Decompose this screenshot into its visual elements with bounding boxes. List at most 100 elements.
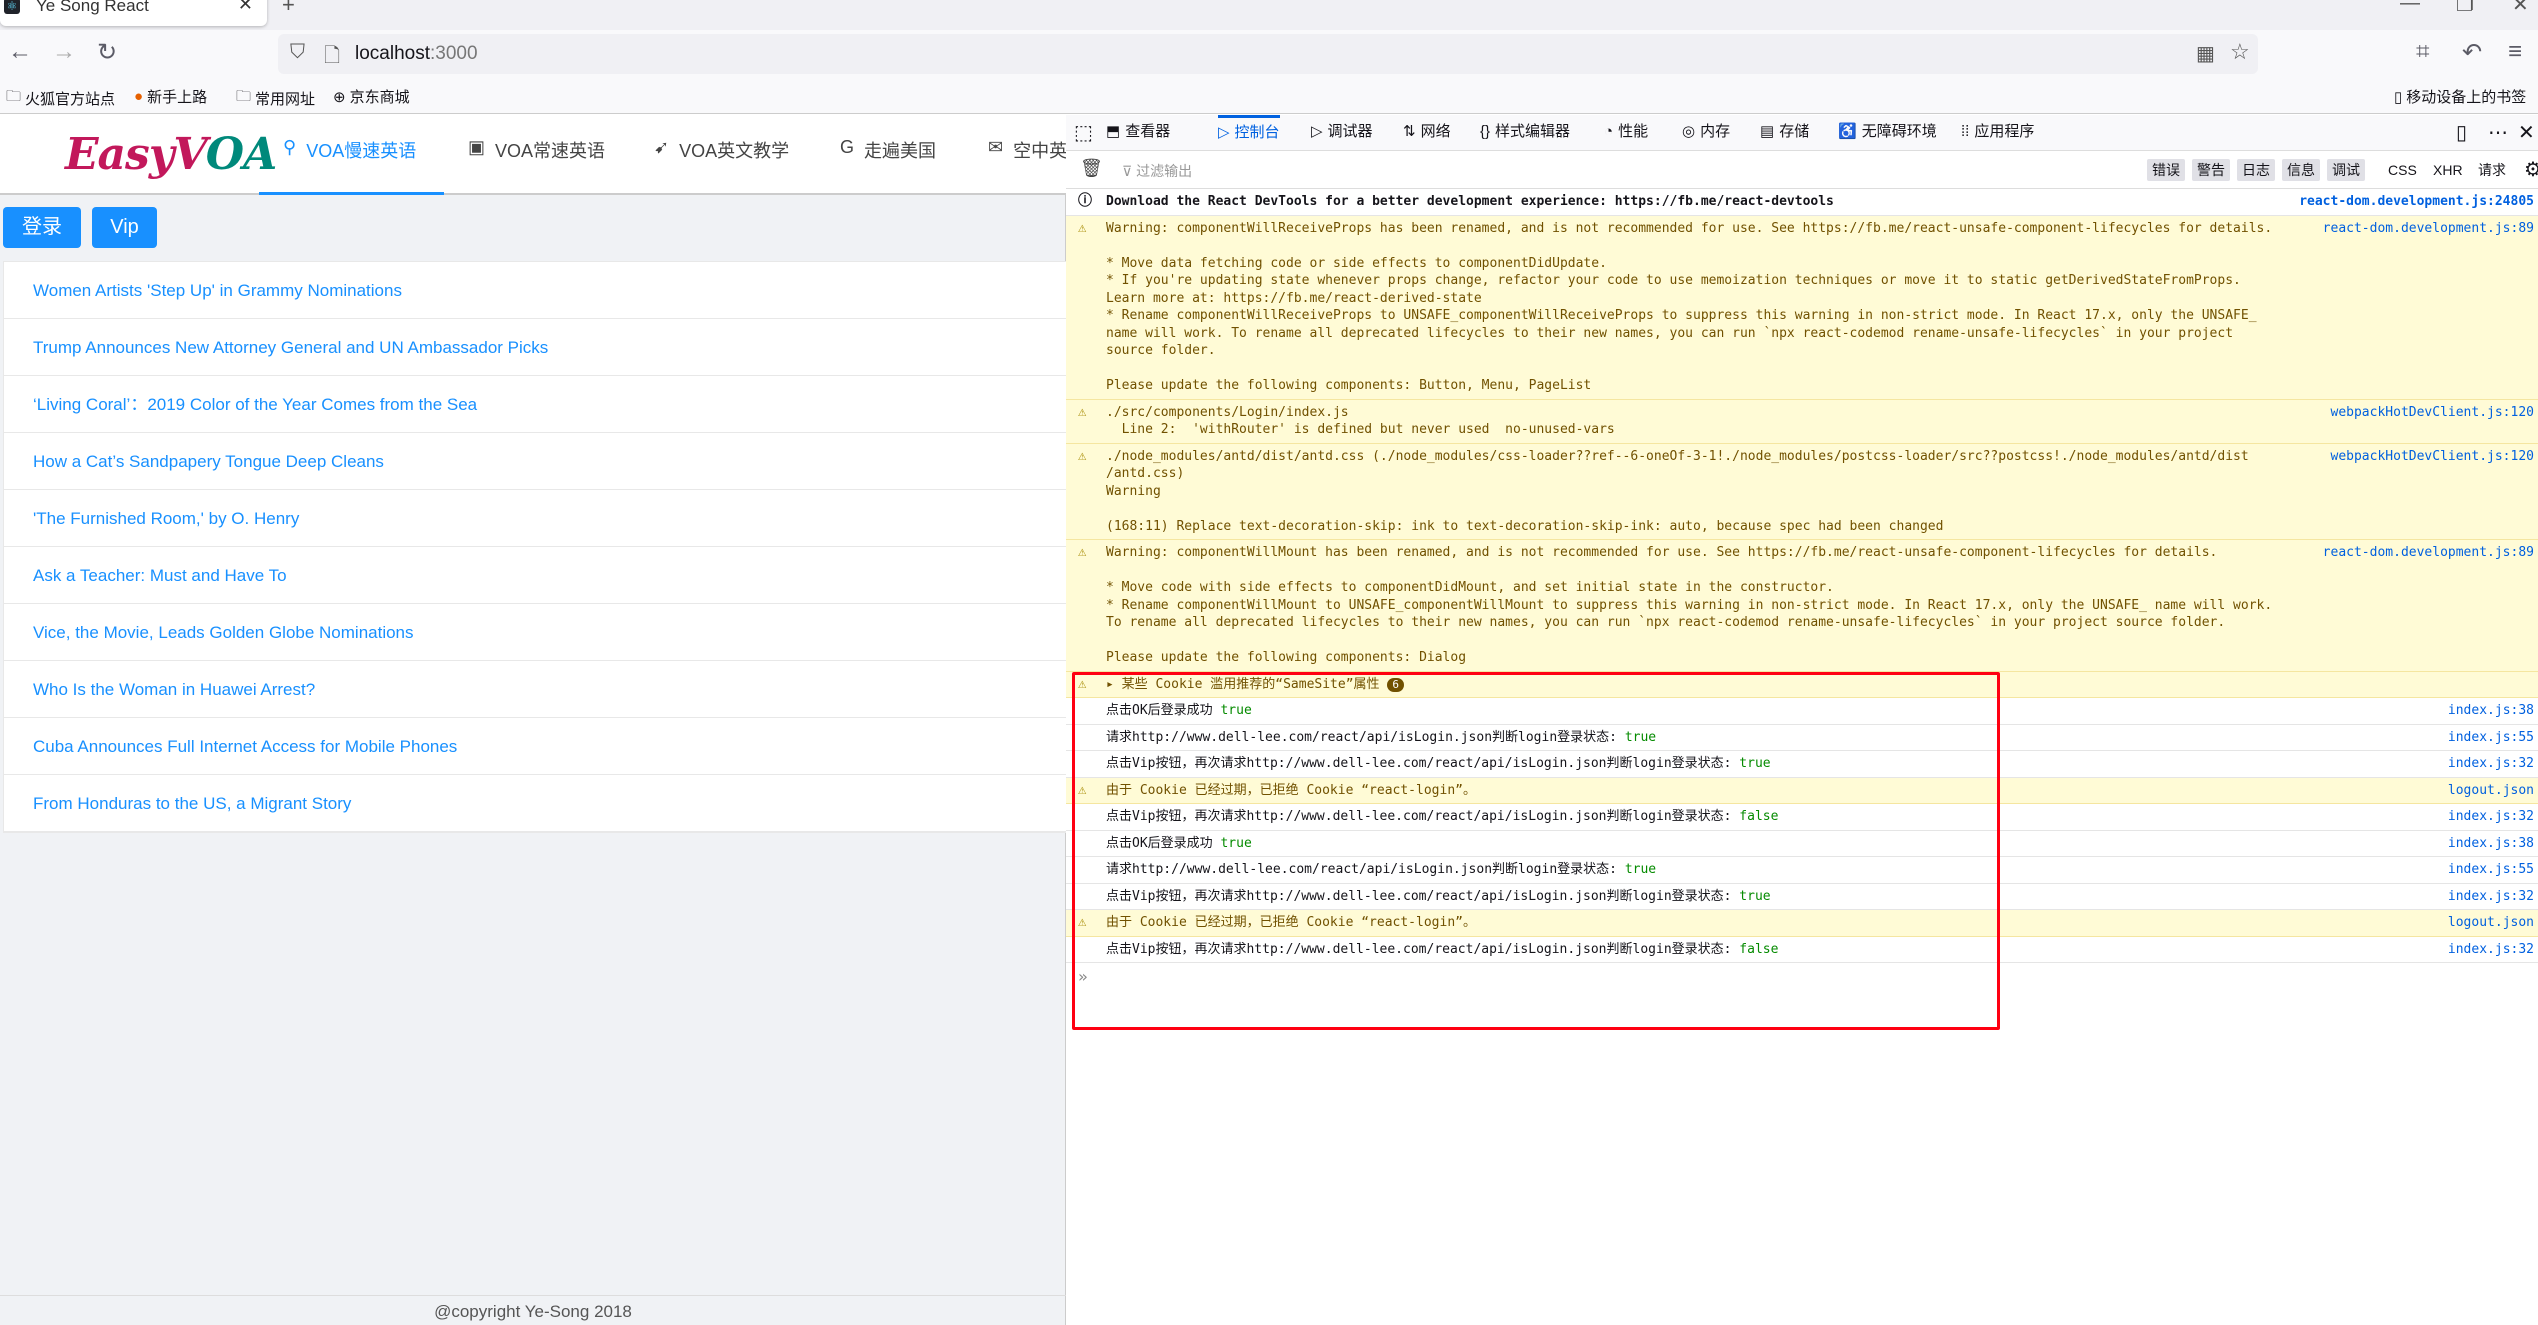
console-log: 点击Vip按钮，再次请求http://www.dell-lee.com/reac… <box>1066 937 2538 963</box>
nav-tab[interactable]: ⚲ VOA慢速英语 <box>259 137 444 195</box>
reload-icon[interactable]: ↻ <box>97 38 117 67</box>
vip-button[interactable]: Vip <box>92 207 157 248</box>
article-link[interactable]: Who Is the Woman in Huawei Arrest? <box>4 661 1066 718</box>
close-devtools-icon[interactable]: ✕ <box>2518 120 2535 145</box>
level-filter-button[interactable]: 日志 <box>2237 159 2275 181</box>
devtools-tab[interactable]: ⇅ 网络 <box>1403 115 1451 151</box>
responsive-mode-icon[interactable]: ▯ <box>2456 120 2467 145</box>
devtools-tab[interactable]: ▷ 调试器 <box>1311 115 1373 151</box>
warning-icon: ⚠ <box>1078 675 1087 692</box>
nav-tab[interactable]: ➹ VOA英文教学 <box>654 137 789 195</box>
settings-gear-icon[interactable]: ⚙ <box>2524 157 2538 182</box>
source-link[interactable]: index.js:32 <box>2448 941 2534 959</box>
devtools-tab[interactable]: ◔ 性能 <box>1604 115 1648 151</box>
bookmark-item[interactable]: 🗀 常用网址 <box>236 86 315 111</box>
source-link[interactable]: index.js:32 <box>2448 888 2534 906</box>
message-line: * Move code with side effects to compone… <box>1106 580 1834 595</box>
source-link[interactable]: index.js:38 <box>2448 702 2534 720</box>
source-link[interactable]: index.js:55 <box>2448 861 2534 879</box>
shield-icon[interactable]: ⛉ <box>290 41 305 64</box>
close-tab-icon[interactable]: ✕ <box>238 0 253 15</box>
restore-icon[interactable]: ❐ <box>2456 0 2474 17</box>
article-link[interactable]: Trump Announces New Attorney General and… <box>4 319 1066 376</box>
request-filter-button[interactable]: XHR <box>2433 159 2463 181</box>
message-line: * If you're updating state whenever prop… <box>1106 273 2241 288</box>
console-input[interactable]: » <box>1066 963 2538 1003</box>
log-value: true <box>1739 888 1771 904</box>
source-link[interactable]: logout.json <box>2448 782 2534 800</box>
level-filter-button[interactable]: 调试 <box>2327 159 2365 181</box>
mobile-bookmarks[interactable]: ▯ 移动设备上的书签 <box>2394 86 2526 107</box>
nav-tab-label: VOA常速英语 <box>495 141 606 161</box>
request-filter-button[interactable]: CSS <box>2388 159 2417 181</box>
article-link[interactable]: How a Cat’s Sandpapery Tongue Deep Clean… <box>4 433 1066 490</box>
undo-icon[interactable]: ↶ <box>2462 38 2482 67</box>
devtools-tab[interactable]: ▷ 控制台 <box>1218 115 1280 151</box>
nav-tab[interactable]: ✉ 空中英 <box>988 137 1067 195</box>
close-window-icon[interactable]: ✕ <box>2512 0 2529 17</box>
article-link[interactable]: Vice, the Movie, Leads Golden Globe Nomi… <box>4 604 1066 661</box>
message-line: Please update the following components: … <box>1106 378 1592 393</box>
console-warning: ⚠ ./src/components/Login/index.js Line 2:… <box>1066 399 2538 444</box>
console-warning[interactable]: ⚠ ▸ 某些 Cookie 滥用推荐的“SameSite”属性 6 <box>1066 671 2538 698</box>
url-bar[interactable]: ⛉ 🗋 localhost:3000 ▦ ☆ <box>278 34 2258 74</box>
level-filter-button[interactable]: 信息 <box>2282 159 2320 181</box>
request-filter-button[interactable]: 请求 <box>2478 159 2506 181</box>
nav-tab[interactable]: ▣ VOA常速英语 <box>468 137 605 195</box>
article-link[interactable]: ‘Living Coral’：2019 Color of the Year Co… <box>4 376 1066 433</box>
forward-icon[interactable]: → <box>52 38 76 66</box>
source-link[interactable]: index.js:55 <box>2448 729 2534 747</box>
devtools-tab[interactable]: ▤ 存储 <box>1760 115 1809 151</box>
login-button[interactable]: 登录 <box>3 207 81 248</box>
article-link[interactable]: 'The Furnished Room,' by O. Henry <box>4 490 1066 547</box>
warning-icon: ⚠ <box>1078 914 1087 930</box>
globe-icon: ⊕ <box>333 88 346 106</box>
source-link[interactable]: react-dom.development.js:89 <box>2323 544 2534 562</box>
article-link[interactable]: Women Artists 'Step Up' in Grammy Nomina… <box>4 262 1066 319</box>
level-filter-button[interactable]: 警告 <box>2192 159 2230 181</box>
article-list: Women Artists 'Step Up' in Grammy Nomina… <box>3 261 1066 833</box>
filter-input[interactable]: ⊽ 过滤输出 <box>1122 161 1192 181</box>
url-text[interactable]: localhost:3000 <box>355 43 478 65</box>
message-line: 由于 Cookie 已经过期，已拒绝 Cookie “react-login”。 <box>1106 782 1476 798</box>
element-picker-icon[interactable]: ⬚ <box>1074 120 1093 145</box>
more-options-icon[interactable]: ⋯ <box>2488 120 2508 145</box>
star-icon[interactable]: ☆ <box>2230 39 2250 65</box>
level-filter-button[interactable]: 错误 <box>2147 159 2185 181</box>
devtools-tab-label: 内存 <box>1700 123 1731 140</box>
article-link[interactable]: Ask a Teacher: Must and Have To <box>4 547 1066 604</box>
source-link[interactable]: index.js:32 <box>2448 808 2534 826</box>
logo[interactable]: EasyVOA <box>65 129 277 180</box>
menu-icon[interactable]: ≡ <box>2508 38 2522 66</box>
person-icon: ⚲ <box>283 137 297 157</box>
new-tab-icon[interactable]: + <box>282 0 295 18</box>
article-link[interactable]: Cuba Announces Full Internet Access for … <box>4 718 1066 775</box>
message-line: 点击Vip按钮，再次请求http://www.dell-lee.com/reac… <box>1106 756 1740 771</box>
minimize-icon[interactable]: — <box>2400 0 2420 15</box>
devtools-tab[interactable]: ⬒ 查看器 <box>1106 115 1170 151</box>
back-icon[interactable]: ← <box>8 38 32 66</box>
bookmark-item[interactable]: ⊕ 京东商城 <box>333 86 410 107</box>
source-link[interactable]: webpackHotDevClient.js:120 <box>2331 448 2535 466</box>
message-line: 点击Vip按钮，再次请求http://www.dell-lee.com/reac… <box>1106 888 1740 904</box>
trash-icon[interactable]: 🗑 <box>1080 158 1103 179</box>
message-line: Warning: componentWillMount has been ren… <box>1106 545 2218 560</box>
devtools-tab[interactable]: {} 样式编辑器 <box>1480 115 1570 151</box>
source-link[interactable]: react-dom.development.js:89 <box>2323 220 2534 238</box>
bookmark-item[interactable]: ● 新手上路 <box>134 86 207 107</box>
devtools-tab[interactable]: ◎ 内存 <box>1682 115 1730 151</box>
crop-icon[interactable]: ⌗ <box>2416 38 2430 66</box>
log-value: true <box>1220 703 1252 718</box>
source-link[interactable]: react-dom.development.js:24805 <box>2299 193 2534 211</box>
article-link[interactable]: From Honduras to the US, a Migrant Story <box>4 775 1066 832</box>
browser-tab[interactable]: ⚛ Ye Song React ✕ <box>0 0 267 26</box>
devtools-tab[interactable]: ⁞⁞ 应用程序 <box>1961 115 2034 151</box>
source-link[interactable]: webpackHotDevClient.js:120 <box>2331 404 2535 422</box>
nav-tab[interactable]: G 走遍美国 <box>840 137 936 195</box>
devtools-tab[interactable]: ♿ 无障碍环境 <box>1838 115 1937 151</box>
qr-code-icon[interactable]: ▦ <box>2196 41 2215 66</box>
bookmark-item[interactable]: 🗀 火狐官方站点 <box>6 86 115 111</box>
source-link[interactable]: index.js:32 <box>2448 755 2534 773</box>
source-link[interactable]: logout.json <box>2448 914 2534 932</box>
source-link[interactable]: index.js:38 <box>2448 835 2534 853</box>
